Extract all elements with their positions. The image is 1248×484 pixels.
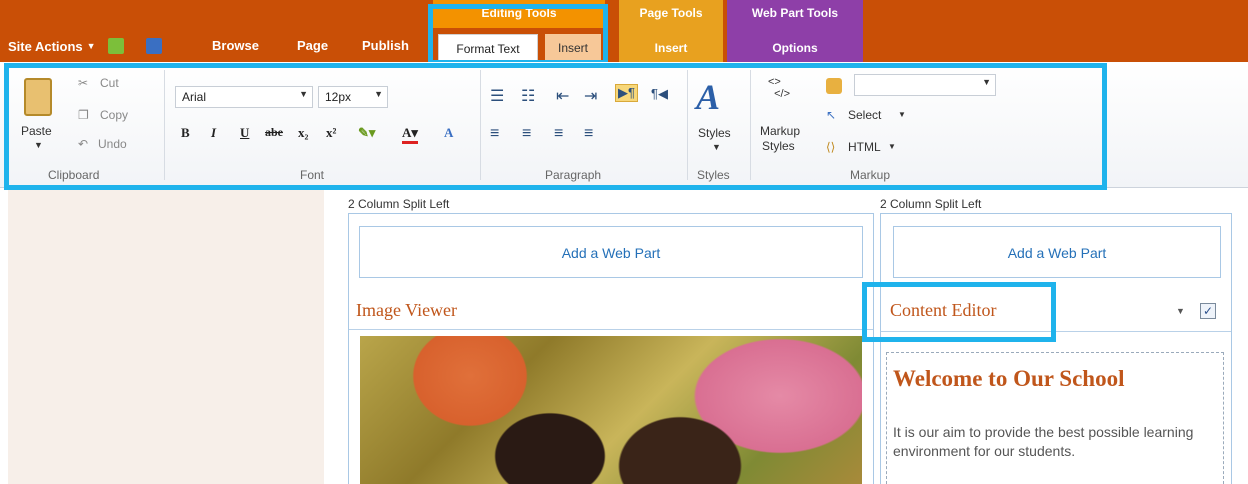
left-zone-title: 2 Column Split Left (348, 197, 450, 211)
content-editor-highlight (862, 282, 1056, 342)
left-navigation-pane (8, 190, 324, 484)
web-part-menu-chevron-icon[interactable]: ▼ (1176, 306, 1185, 316)
web-part-divider (349, 329, 873, 330)
chevron-down-icon: ▼ (86, 41, 96, 51)
welcome-body-text[interactable]: It is our aim to provide the best possib… (893, 423, 1213, 461)
navigate-up-icon[interactable] (107, 38, 124, 54)
image-viewer-title: Image Viewer (356, 300, 458, 320)
add-web-part-right[interactable]: Add a Web Part (893, 226, 1221, 278)
tab-options[interactable]: Options (727, 34, 863, 62)
page-tools-header: Page Tools (639, 6, 703, 20)
children-photo (360, 336, 862, 484)
web-part-tools-header: Web Part Tools (751, 6, 839, 20)
edit-page-icon[interactable] (145, 38, 162, 54)
tab-insert-page[interactable]: Insert (619, 34, 723, 62)
site-actions-area: Site Actions ▼ (8, 38, 162, 54)
site-actions-menu[interactable]: Site Actions ▼ (8, 39, 96, 54)
welcome-heading[interactable]: Welcome to Our School (893, 366, 1124, 392)
web-part-select-checkbox[interactable]: ✓ (1200, 303, 1216, 319)
tab-browse[interactable]: Browse (212, 38, 259, 53)
tab-publish[interactable]: Publish (362, 38, 409, 53)
tab-page[interactable]: Page (297, 38, 328, 53)
right-zone-title: 2 Column Split Left (880, 197, 982, 211)
add-web-part-left[interactable]: Add a Web Part (359, 226, 863, 278)
editing-tools-highlight (428, 4, 608, 65)
site-actions-label: Site Actions (8, 38, 83, 54)
ribbon-highlight (4, 63, 1107, 190)
